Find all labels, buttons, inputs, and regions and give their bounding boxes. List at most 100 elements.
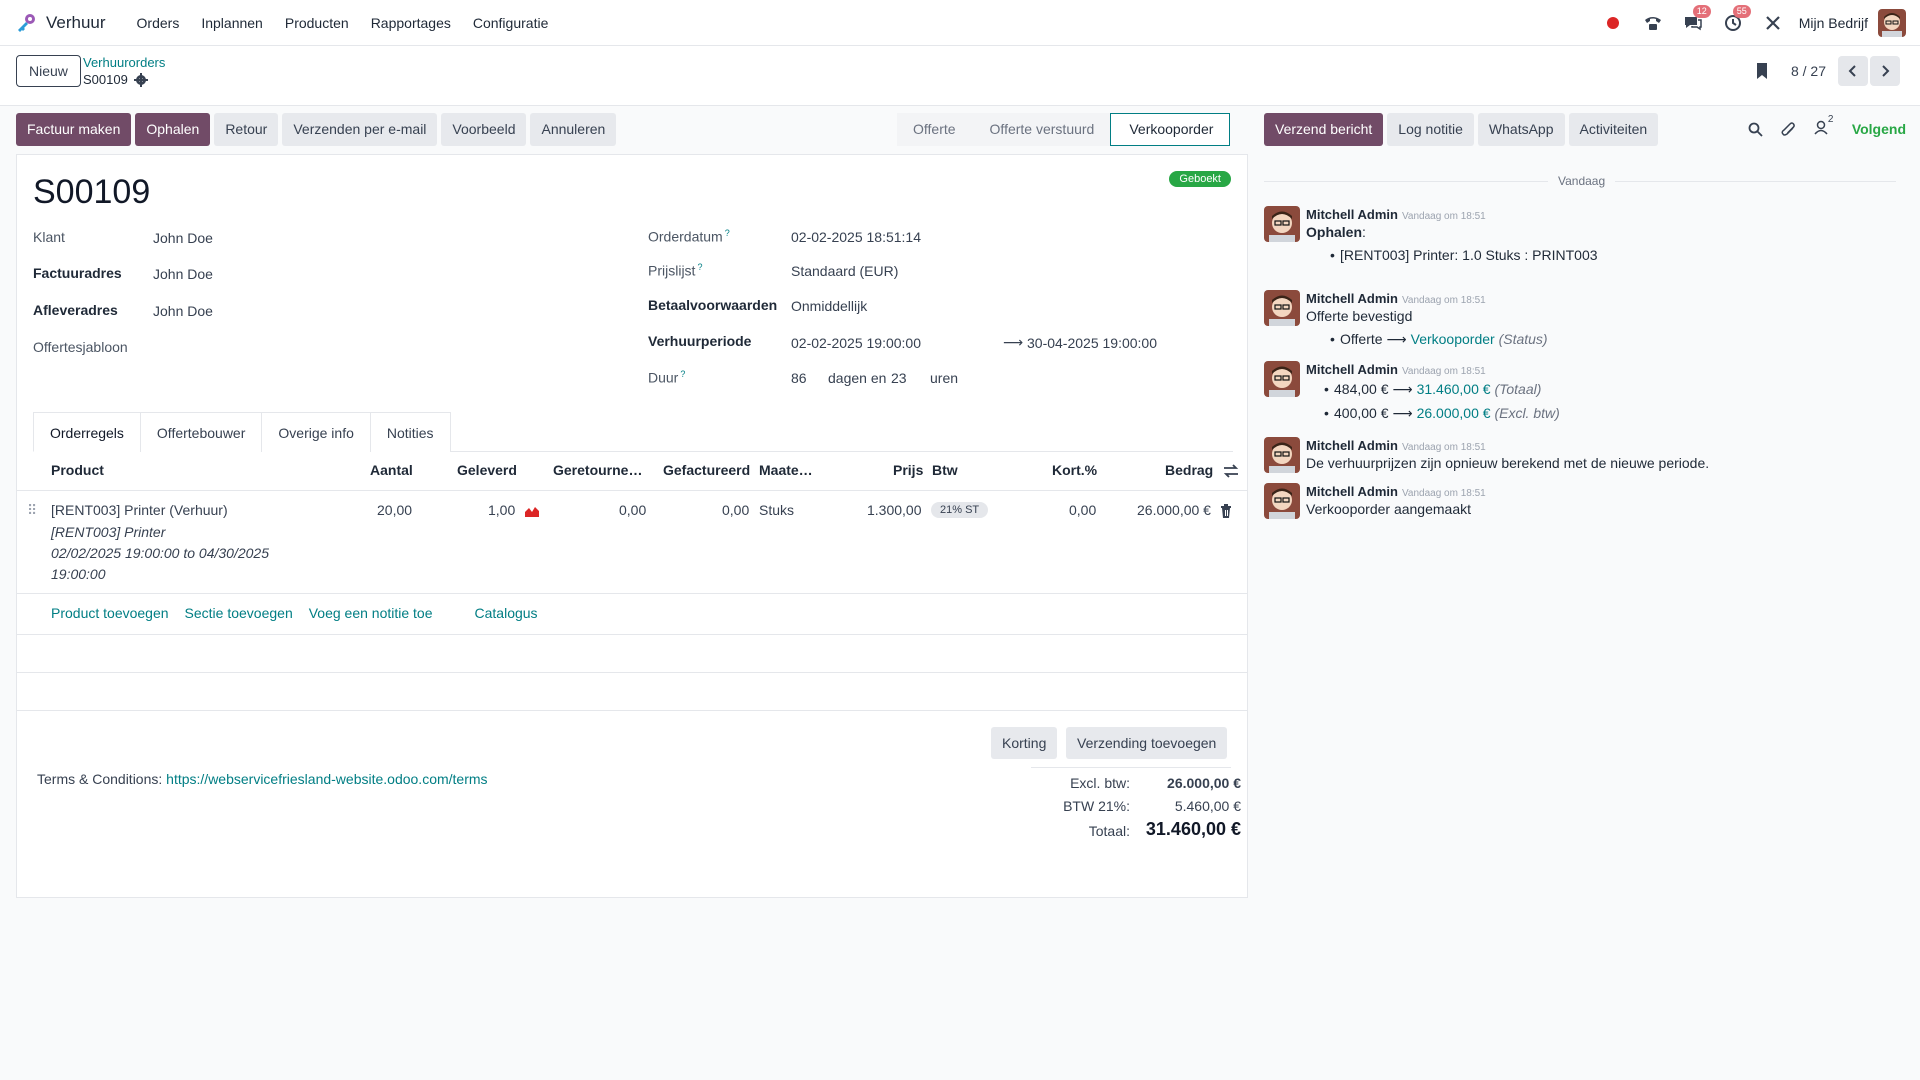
price-cell[interactable]: 1.300,00 xyxy=(867,502,922,518)
avatar[interactable] xyxy=(1264,206,1300,242)
recording-icon[interactable] xyxy=(1601,11,1625,35)
tracking-old-value: Offerte xyxy=(1340,331,1383,347)
col-product[interactable]: Product xyxy=(51,462,104,478)
add-product-link[interactable]: Product toevoegen xyxy=(51,605,169,621)
col-delivered[interactable]: Geleverd xyxy=(457,462,517,478)
total-label: Totaal: xyxy=(1088,823,1130,839)
pager-next-button[interactable] xyxy=(1870,56,1900,86)
help-icon[interactable]: ? xyxy=(680,369,685,379)
message-author[interactable]: Mitchell Admin xyxy=(1306,484,1398,499)
tab-quote-builder[interactable]: Offertebouwer xyxy=(139,412,263,452)
col-amount[interactable]: Bedrag xyxy=(1165,462,1213,478)
bookmark-icon[interactable] xyxy=(1755,62,1769,80)
pager-previous-button[interactable] xyxy=(1838,56,1868,86)
return-button[interactable]: Retour xyxy=(214,113,279,146)
message-author[interactable]: Mitchell Admin xyxy=(1306,438,1398,453)
tools-icon[interactable] xyxy=(1761,11,1785,35)
log-note-button[interactable]: Log notitie xyxy=(1387,113,1474,146)
tab-notes[interactable]: Notities xyxy=(369,412,451,452)
forecast-chart-icon[interactable] xyxy=(524,504,540,518)
activity-clock-icon[interactable]: 55 xyxy=(1721,5,1751,35)
tax-tag[interactable]: 21% ST xyxy=(931,502,989,518)
add-shipping-button[interactable]: Verzending toevoegen xyxy=(1066,727,1228,759)
breadcrumb-parent[interactable]: Verhuurorders xyxy=(83,55,165,71)
avatar[interactable] xyxy=(1264,483,1300,519)
invoice-address-label: Factuuradres xyxy=(33,265,122,281)
tab-other-info[interactable]: Overige info xyxy=(261,412,371,452)
message-author[interactable]: Mitchell Admin xyxy=(1306,207,1398,222)
delivered-cell[interactable]: 1,00 xyxy=(488,502,515,518)
arrow-right-icon: ⟶ xyxy=(1003,334,1024,350)
col-invoiced[interactable]: Gefactureerd xyxy=(663,462,750,478)
help-icon[interactable]: ? xyxy=(725,228,730,238)
pager: 8 / 27 xyxy=(1755,56,1900,86)
followers-button[interactable]: 2 xyxy=(1814,114,1833,138)
new-button[interactable]: Nieuw xyxy=(16,55,81,87)
rental-start-field[interactable]: 02-02-2025 19:00:00 xyxy=(791,335,921,351)
preview-button[interactable]: Voorbeeld xyxy=(441,113,527,146)
add-note-link[interactable]: Voeg een notitie toe xyxy=(309,605,433,621)
catalog-link[interactable]: Catalogus xyxy=(475,605,538,621)
col-discount[interactable]: Kort.% xyxy=(1052,462,1097,478)
drag-handle-icon[interactable]: ⠿ xyxy=(27,502,37,519)
pricelist-field[interactable]: Standaard (EUR) xyxy=(791,263,898,279)
col-quantity[interactable]: Aantal xyxy=(370,462,413,478)
col-tax[interactable]: Btw xyxy=(932,462,958,478)
pager-value[interactable]: 8 / 27 xyxy=(1791,63,1826,79)
invoiced-cell[interactable]: 0,00 xyxy=(722,502,749,518)
whatsapp-button[interactable]: WhatsApp xyxy=(1477,113,1565,146)
invoice-address-field[interactable]: John Doe xyxy=(153,266,213,282)
gear-icon[interactable] xyxy=(133,73,148,87)
quote-template-field[interactable] xyxy=(153,339,453,357)
stage-quotation[interactable]: Offerte xyxy=(897,113,972,146)
duration-hours-field[interactable]: 23 xyxy=(891,370,907,386)
phone-icon[interactable] xyxy=(1641,11,1665,35)
control-panel: Nieuw Verhuurorders S00109 8 / 27 xyxy=(0,46,1920,106)
help-icon[interactable]: ? xyxy=(697,262,702,272)
col-price[interactable]: Prijs xyxy=(893,462,923,478)
stage-quotation-sent[interactable]: Offerte verstuurd xyxy=(971,113,1111,146)
add-section-link[interactable]: Sectie toevoegen xyxy=(185,605,293,621)
payment-terms-field[interactable]: Onmiddellijk xyxy=(791,298,867,314)
menu-reporting[interactable]: Rapportages xyxy=(360,0,462,46)
avatar[interactable] xyxy=(1264,437,1300,473)
user-avatar[interactable] xyxy=(1878,9,1906,37)
activities-button[interactable]: Activiteiten xyxy=(1568,113,1659,146)
order-date-field[interactable]: 02-02-2025 18:51:14 xyxy=(791,229,921,245)
avatar[interactable] xyxy=(1264,361,1300,397)
pickup-button[interactable]: Ophalen xyxy=(135,113,211,146)
menu-products[interactable]: Producten xyxy=(274,0,360,46)
app-brand[interactable]: Verhuur xyxy=(14,0,106,46)
message-author[interactable]: Mitchell Admin xyxy=(1306,291,1398,306)
send-email-button[interactable]: Verzenden per e-mail xyxy=(282,113,438,146)
discount-cell[interactable]: 0,00 xyxy=(1069,502,1096,518)
menu-orders[interactable]: Orders xyxy=(126,0,191,46)
duration-days-field[interactable]: 86 xyxy=(791,370,807,386)
col-uom[interactable]: Maate… xyxy=(759,462,813,478)
uom-cell[interactable]: Stuks xyxy=(759,502,794,518)
avatar[interactable] xyxy=(1264,290,1300,326)
follow-button[interactable]: Volgend xyxy=(1852,121,1906,137)
company-switcher[interactable]: Mijn Bedrijf xyxy=(1799,15,1868,31)
message-author[interactable]: Mitchell Admin xyxy=(1306,362,1398,377)
trash-icon[interactable] xyxy=(1220,504,1232,518)
menu-planning[interactable]: Inplannen xyxy=(190,0,274,46)
tab-order-lines[interactable]: Orderregels xyxy=(33,412,141,452)
send-message-button[interactable]: Verzend bericht xyxy=(1264,113,1384,146)
terms-link[interactable]: https://webservicefriesland-website.odoo… xyxy=(166,771,487,787)
chat-icon[interactable]: 12 xyxy=(1681,5,1711,35)
delivery-address-field[interactable]: John Doe xyxy=(153,303,213,319)
product-cell[interactable]: [RENT003] Printer (Verhuur) xyxy=(51,502,228,518)
cancel-button[interactable]: Annuleren xyxy=(530,113,617,146)
stage-sales-order[interactable]: Verkooporder xyxy=(1110,113,1231,146)
quantity-cell[interactable]: 20,00 xyxy=(377,502,412,518)
column-settings-icon[interactable] xyxy=(1223,464,1239,478)
col-returned[interactable]: Geretourne… xyxy=(553,462,642,478)
paperclip-icon[interactable] xyxy=(1781,121,1796,137)
discount-button[interactable]: Korting xyxy=(991,727,1058,759)
rental-end-field[interactable]: 30-04-2025 19:00:00 xyxy=(1027,335,1157,351)
customer-field[interactable]: John Doe xyxy=(153,230,213,246)
menu-configuration[interactable]: Configuratie xyxy=(462,0,560,46)
search-icon[interactable] xyxy=(1748,122,1763,137)
create-invoice-button[interactable]: Factuur maken xyxy=(16,113,132,146)
